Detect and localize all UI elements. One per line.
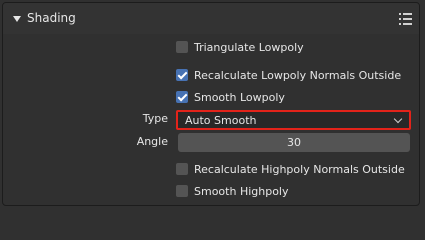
- triangulate-lowpoly-option[interactable]: Triangulate Lowpoly: [176, 39, 304, 55]
- type-label: Type: [142, 112, 168, 125]
- angle-label: Angle: [136, 135, 168, 148]
- recalc-highpoly-normals-checkbox[interactable]: [176, 163, 188, 175]
- recalc-highpoly-normals-label: Recalculate Highpoly Normals Outside: [194, 162, 405, 176]
- recalc-lowpoly-normals-option[interactable]: Recalculate Lowpoly Normals Outside: [176, 67, 401, 83]
- smooth-lowpoly-label: Smooth Lowpoly: [194, 90, 285, 104]
- shading-panel: Shading Triangulate Lowpoly Recalculate …: [2, 2, 420, 206]
- recalc-highpoly-normals-option[interactable]: Recalculate Highpoly Normals Outside: [176, 161, 405, 177]
- recalc-lowpoly-normals-label: Recalculate Lowpoly Normals Outside: [194, 68, 402, 82]
- recalc-lowpoly-normals-checkbox[interactable]: [176, 69, 188, 81]
- triangulate-lowpoly-label: Triangulate Lowpoly: [194, 40, 304, 54]
- type-dropdown-value: Auto Smooth: [185, 114, 257, 127]
- smooth-highpoly-option[interactable]: Smooth Highpoly: [176, 183, 289, 199]
- triangulate-lowpoly-checkbox[interactable]: [176, 41, 188, 53]
- angle-slider[interactable]: 30: [178, 133, 410, 152]
- panel-header[interactable]: Shading: [3, 3, 419, 34]
- triangle-down-icon[interactable]: [13, 16, 21, 22]
- smooth-lowpoly-option[interactable]: Smooth Lowpoly: [176, 89, 285, 105]
- smooth-highpoly-checkbox[interactable]: [176, 185, 188, 197]
- smooth-highpoly-label: Smooth Highpoly: [194, 184, 289, 198]
- panel-title: Shading: [27, 11, 76, 25]
- chevron-down-icon: [393, 114, 403, 124]
- smooth-lowpoly-checkbox[interactable]: [176, 91, 188, 103]
- type-dropdown[interactable]: Auto Smooth: [176, 110, 411, 130]
- list-icon[interactable]: [399, 13, 413, 26]
